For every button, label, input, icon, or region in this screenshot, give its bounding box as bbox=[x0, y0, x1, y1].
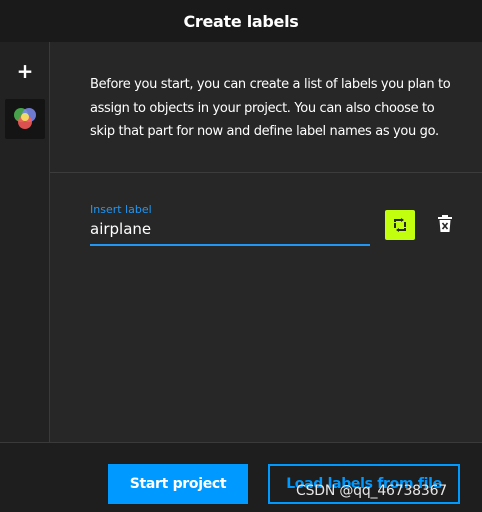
label-field-caption: Insert label bbox=[90, 203, 152, 216]
sidebar: + bbox=[0, 42, 50, 442]
load-labels-button[interactable]: Load labels from file bbox=[268, 464, 460, 504]
delete-label-button[interactable] bbox=[435, 213, 455, 235]
plus-icon: + bbox=[16, 59, 34, 83]
main-panel: Before you start, you can create a list … bbox=[50, 42, 482, 442]
dialog-title: Create labels bbox=[183, 11, 299, 31]
trash-icon bbox=[438, 215, 452, 232]
dialog-footer: Start project Load labels from file bbox=[0, 442, 482, 512]
color-circles-icon bbox=[14, 108, 36, 129]
replace-label-button[interactable] bbox=[385, 210, 415, 240]
label-colors-tile[interactable] bbox=[5, 99, 45, 139]
label-input[interactable] bbox=[90, 216, 370, 246]
replace-icon bbox=[394, 218, 406, 232]
intro-section: Before you start, you can create a list … bbox=[50, 42, 482, 173]
start-project-button[interactable]: Start project bbox=[108, 464, 248, 504]
add-labels-button[interactable]: + bbox=[10, 58, 40, 84]
dialog-header: Create labels bbox=[0, 0, 482, 42]
label-field: Insert label bbox=[90, 203, 370, 246]
intro-text: Before you start, you can create a list … bbox=[90, 77, 451, 139]
